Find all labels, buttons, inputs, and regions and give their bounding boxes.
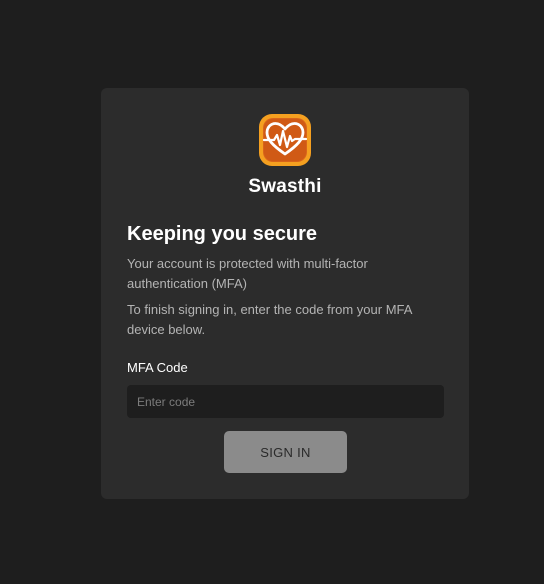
page-title: Keeping you secure <box>127 223 318 245</box>
app-logo-heart-pulse-icon <box>259 114 311 166</box>
mfa-code-label: MFA Code <box>127 360 188 375</box>
mfa-code-input[interactable] <box>127 385 444 418</box>
app-name: Swasthi <box>248 176 322 197</box>
mfa-description: Your account is protected with multi-fac… <box>127 256 368 291</box>
sign-in-button[interactable]: SIGN IN <box>224 431 347 473</box>
mfa-instructions: To finish signing in, enter the code fro… <box>127 302 412 337</box>
page-background: Swasthi Keeping you secure Your account … <box>0 0 544 584</box>
mfa-card: Swasthi Keeping you secure Your account … <box>101 88 469 499</box>
